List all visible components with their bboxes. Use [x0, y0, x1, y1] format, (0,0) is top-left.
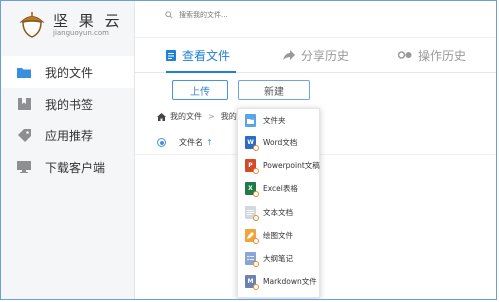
menu-item-label: 绘图文件	[263, 231, 293, 240]
brand-name: 坚 果 云	[53, 12, 123, 30]
brand-domain: jianguoyun.com	[53, 29, 109, 37]
search-icon[interactable]	[165, 11, 173, 19]
acorn-logo-icon	[19, 12, 45, 38]
history-icon	[398, 51, 412, 59]
menu-item-excel[interactable]: X Excel表格	[238, 177, 321, 200]
sidebar-item-label: 应用推荐	[45, 128, 94, 143]
app-logo[interactable]: 坚 果 云 jianguoyun.com	[17, 9, 127, 39]
new-dropdown-menu: 文件夹 W Word文档 P Powerpoint文稿 X Excel表格 文本…	[237, 108, 320, 298]
sidebar: 坚 果 云 jianguoyun.com 我的文件 我的书签 应用推荐 下载客户…	[1, 1, 135, 299]
folder-icon	[17, 66, 31, 78]
breadcrumb-root[interactable]: 我的文件	[170, 111, 202, 122]
home-icon[interactable]	[157, 112, 166, 121]
menu-item-folder[interactable]: 文件夹	[238, 109, 321, 132]
sidebar-item-download-client[interactable]: 下载客户端	[1, 151, 134, 183]
tab-bar: 查看文件 分享历史 操作历史	[135, 38, 496, 73]
breadcrumb-next[interactable]: 我的	[221, 111, 237, 122]
text-doc-icon	[245, 206, 259, 221]
menu-item-outline-note[interactable]: 大纲笔记	[238, 247, 321, 270]
share-icon	[283, 50, 295, 60]
breadcrumb: 我的文件 > 我的	[157, 111, 237, 122]
menu-item-label: Markdown文件	[263, 277, 317, 286]
menu-item-drawing[interactable]: 绘图文件	[238, 224, 321, 247]
sidebar-item-label: 我的书签	[45, 97, 94, 112]
sort-ascending-icon[interactable]: ↑	[206, 138, 213, 147]
excel-icon: X	[245, 182, 259, 197]
sidebar-item-label: 我的文件	[45, 65, 94, 80]
tab-operation-history[interactable]: 操作历史	[398, 38, 466, 72]
search-input[interactable]	[179, 11, 299, 19]
top-bar	[135, 1, 496, 38]
select-all-radio[interactable]	[157, 138, 166, 147]
word-icon: W	[245, 136, 259, 151]
tab-label: 查看文件	[182, 48, 231, 63]
menu-item-label: Excel表格	[263, 184, 298, 193]
sidebar-item-label: 下载客户端	[45, 160, 106, 175]
menu-item-label: 文件夹	[263, 116, 286, 125]
app-window: 坚 果 云 jianguoyun.com 我的文件 我的书签 应用推荐 下载客户…	[0, 0, 497, 300]
search-box	[165, 11, 299, 19]
sidebar-item-app-recommend[interactable]: 应用推荐	[1, 119, 134, 151]
monitor-icon	[17, 161, 31, 173]
menu-item-label: Word文档	[263, 138, 298, 147]
breadcrumb-separator: >	[208, 112, 215, 121]
powerpoint-icon: P	[245, 159, 259, 174]
sidebar-item-my-files[interactable]: 我的文件	[1, 56, 134, 88]
tab-view-files[interactable]: 查看文件	[166, 38, 237, 73]
menu-item-word[interactable]: W Word文档	[238, 131, 321, 154]
menu-item-markdown[interactable]: M Markdown文件	[238, 270, 321, 293]
menu-item-powerpoint[interactable]: P Powerpoint文稿	[238, 154, 321, 177]
drawing-icon	[245, 229, 259, 244]
menu-item-text-doc[interactable]: 文本文档	[238, 201, 321, 224]
outline-note-icon	[245, 252, 259, 267]
new-folder-icon	[245, 114, 256, 127]
upload-button[interactable]: 上传	[172, 80, 228, 100]
bookmark-icon	[17, 98, 31, 110]
document-icon	[166, 49, 176, 61]
tab-share-history[interactable]: 分享历史	[283, 38, 349, 72]
tag-icon	[17, 128, 31, 142]
column-filename[interactable]: 文件名	[179, 137, 203, 148]
markdown-icon: M	[245, 275, 259, 290]
tab-label: 分享历史	[301, 48, 350, 63]
sidebar-item-bookmarks[interactable]: 我的书签	[1, 88, 134, 120]
menu-item-label: Powerpoint文稿	[263, 161, 320, 170]
menu-item-label: 大纲笔记	[263, 254, 293, 263]
file-list-header: 文件名 ↑	[157, 137, 213, 148]
new-button[interactable]: 新建	[238, 80, 310, 100]
menu-item-label: 文本文档	[263, 208, 293, 217]
tab-label: 操作历史	[418, 48, 467, 63]
